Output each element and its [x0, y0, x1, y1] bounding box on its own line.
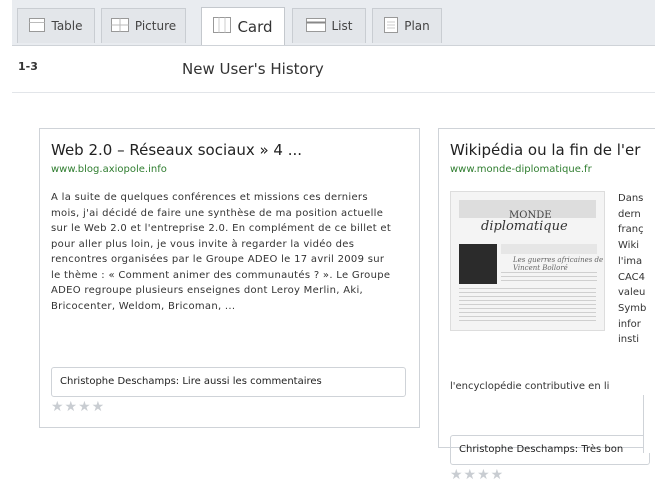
star-rating[interactable]: ★★★★: [51, 399, 105, 415]
tab-label: Plan: [404, 19, 430, 33]
result-card[interactable]: Wikipédia ou la fin de l'er www.monde-di…: [438, 128, 655, 483]
thumbnail-photo: [459, 244, 497, 284]
thumbnail-block: [501, 244, 597, 254]
card-view: Web 2.0 – Réseaux sociaux » 4 ... www.bl…: [12, 93, 655, 483]
thumbnail-logo: diplomatique: [481, 219, 568, 234]
list-icon: [305, 17, 326, 35]
page-title: New User's History: [182, 60, 324, 78]
card-icon: [213, 17, 232, 36]
thumbnail-text-lines: [459, 288, 596, 324]
results-header: 1-3 New User's History: [12, 46, 655, 93]
right-panel-edge: [643, 395, 655, 453]
card-title[interactable]: Wikipédia ou la fin de l'er: [450, 141, 640, 159]
result-range: 1-3: [18, 60, 38, 73]
tab-picture[interactable]: Picture: [101, 8, 186, 43]
tab-label: Card: [237, 17, 273, 36]
result-card[interactable]: Web 2.0 – Réseaux sociaux » 4 ... www.bl…: [39, 128, 420, 428]
tab-label: List: [331, 19, 353, 33]
view-toolbar: Table Picture Card List Plan: [12, 0, 655, 46]
tab-list[interactable]: List: [292, 8, 366, 43]
thumbnail-text-lines: [501, 272, 597, 284]
comment-box[interactable]: Christophe Deschamps: Très bon: [450, 435, 650, 465]
plan-icon: [384, 16, 399, 36]
tab-plan[interactable]: Plan: [372, 8, 442, 43]
star-rating[interactable]: ★★★★: [450, 467, 504, 483]
comment-box[interactable]: Christophe Deschamps: Lire aussi les com…: [51, 367, 406, 397]
card-thumbnail[interactable]: MONDE diplomatique Les guerres africaine…: [450, 191, 605, 331]
card-snippet: Dans dern franç Wiki l'ima CAC4 valeu Sy…: [618, 193, 647, 346]
table-icon: [29, 17, 46, 35]
tab-label: Table: [51, 19, 83, 33]
card-url[interactable]: www.blog.axiopole.info: [51, 164, 167, 175]
card-title[interactable]: Web 2.0 – Réseaux sociaux » 4 ...: [51, 141, 302, 159]
thumbnail-headline: Les guerres africaines de Vincent Bollor…: [513, 256, 604, 272]
tab-label: Picture: [134, 19, 177, 33]
card-snippet-tail: l'encyclopédie contributive en li: [450, 381, 610, 392]
picture-icon: [110, 17, 129, 35]
tab-table[interactable]: Table: [17, 8, 95, 43]
card-url[interactable]: www.monde-diplomatique.fr: [450, 164, 592, 175]
card-snippet: A la suite de quelques conférences et mi…: [51, 192, 392, 312]
tab-card[interactable]: Card: [201, 7, 285, 45]
